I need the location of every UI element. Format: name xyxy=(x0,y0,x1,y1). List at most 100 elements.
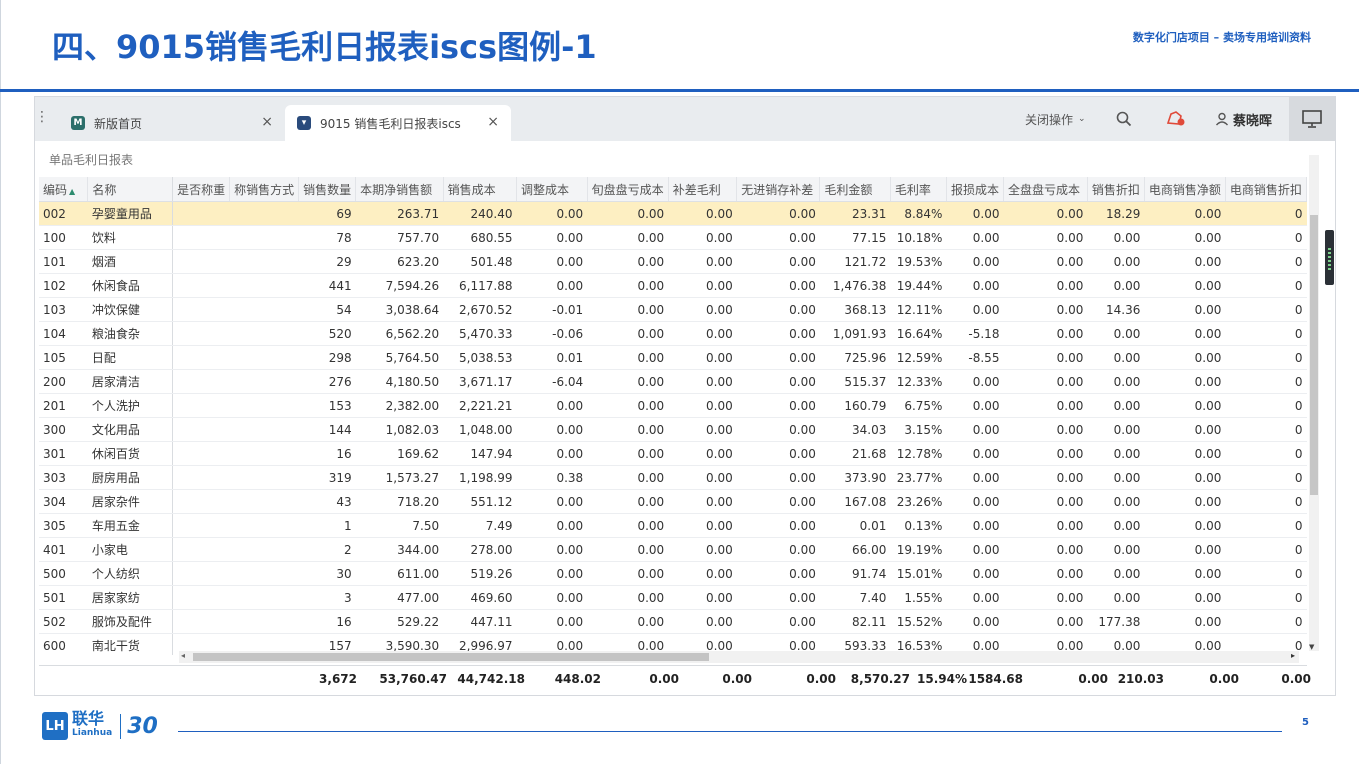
table-cell: 0.00 xyxy=(1003,201,1088,226)
table-cell: 饮料 xyxy=(87,225,174,250)
table-cell: 100 xyxy=(39,225,88,250)
table-row[interactable]: 002 孕婴童用品 69 263.71 240.40 0.00 0.00 0.00 0.00 23… xyxy=(39,201,1307,226)
total-value: 15.94% xyxy=(917,672,967,686)
table-row[interactable]: 502 服饰及配件 16 529.22 447.11 0.00 0.00 0.00 0.00 82… xyxy=(39,609,1307,634)
table-row[interactable]: 304 居家杂件 43 718.20 551.12 0.00 0.00 0.00 0.00 167… xyxy=(39,489,1307,514)
table-cell: 0.00 xyxy=(736,537,820,562)
table-cell: 298 xyxy=(298,345,356,370)
table-row[interactable]: 401 小家电 2 344.00 278.00 0.00 0.00 0.00 0.00 66.00… xyxy=(39,537,1307,562)
table-cell: 680.55 xyxy=(443,225,517,250)
table-cell: 519.26 xyxy=(443,561,517,586)
notification-button[interactable] xyxy=(1165,97,1187,141)
table-cell: 447.11 xyxy=(443,609,517,634)
scroll-down-icon[interactable]: ▼ xyxy=(1309,643,1314,651)
table-row[interactable]: 104 粮油食杂 520 6,562.20 5,470.33 -0.06 0.00 0.00 0… xyxy=(39,321,1307,346)
column-header[interactable]: 补差毛利 xyxy=(668,177,738,202)
table-row[interactable]: 101 烟酒 29 623.20 501.48 0.00 0.00 0.00 0.00 121.7… xyxy=(39,249,1307,274)
table-cell: 0.00 xyxy=(736,585,820,610)
vertical-scrollbar[interactable]: ▼ xyxy=(1309,155,1319,651)
scroll-left-icon[interactable]: ◂ xyxy=(181,651,185,660)
horizontal-scrollbar[interactable]: ◂ ▸ xyxy=(179,651,1299,663)
table-cell: -0.06 xyxy=(516,321,588,346)
column-header[interactable]: 本期净销售额 xyxy=(355,177,444,202)
table-cell: 167.08 xyxy=(819,489,891,514)
table-cell: 0.00 xyxy=(516,561,588,586)
column-header[interactable]: 旬盘盘亏成本 xyxy=(587,177,669,202)
search-button[interactable] xyxy=(1116,97,1132,141)
table-cell: 0.00 xyxy=(1144,585,1226,610)
table-cell: 1,091.93 xyxy=(819,321,891,346)
table-cell: 0.00 xyxy=(516,417,588,442)
totals-row: 3,672 53,760.47 44,742.18 448.02 0.00 0.00 0.0… xyxy=(39,665,1311,692)
table-row[interactable]: 105 日配 298 5,764.50 5,038.53 0.01 0.00 0.00 0.00… xyxy=(39,345,1307,370)
tab-report-close-icon[interactable]: × xyxy=(487,114,499,130)
table-cell: -8.55 xyxy=(946,345,1004,370)
column-header[interactable]: 全盘盘亏成本 xyxy=(1003,177,1088,202)
table-row[interactable]: 103 冲饮保健 54 3,038.64 2,670.52 -0.01 0.00 0.00 0.… xyxy=(39,297,1307,322)
tab-home[interactable]: M 新版首页 × xyxy=(63,105,285,141)
table-cell: 0.00 xyxy=(736,393,820,418)
table-cell xyxy=(172,441,230,466)
table-cell: 0.00 xyxy=(1144,537,1226,562)
table-cell: 0.00 xyxy=(736,273,820,298)
table-cell xyxy=(229,441,299,466)
table-cell: 5,470.33 xyxy=(443,321,517,346)
table-cell: 502 xyxy=(39,609,88,634)
column-header[interactable]: 电商销售净额 xyxy=(1144,177,1226,202)
table-row[interactable]: 200 居家清洁 276 4,180.50 3,671.17 -6.04 0.00 0.00 0… xyxy=(39,369,1307,394)
table-row[interactable]: 100 饮料 78 757.70 680.55 0.00 0.00 0.00 0.00 77.15… xyxy=(39,225,1307,250)
table-row[interactable]: 500 个人纺织 30 611.00 519.26 0.00 0.00 0.00 0.00 91.… xyxy=(39,561,1307,586)
table-cell: 0.00 xyxy=(1087,345,1145,370)
close-ops-label: 关闭操作 xyxy=(1025,112,1074,127)
column-header[interactable]: 销售折扣 xyxy=(1087,177,1145,202)
table-cell: 0.00 xyxy=(668,465,737,490)
column-header[interactable]: 称销售方式 xyxy=(229,177,300,202)
table-row[interactable]: 305 车用五金 1 7.50 7.49 0.00 0.00 0.00 0.00 0.01 0.13… xyxy=(39,513,1307,538)
table-row[interactable]: 102 休闲食品 441 7,594.26 6,117.88 0.00 0.00 0.00 0.… xyxy=(39,273,1307,298)
tab-report[interactable]: ▾ 9015 销售毛利日报表iscs × xyxy=(285,105,511,141)
side-panel-handle[interactable] xyxy=(1325,230,1334,285)
table-cell: 14.36 xyxy=(1087,297,1145,322)
table-cell: 0.00 xyxy=(516,225,588,250)
table-cell: 0.00 xyxy=(1144,369,1226,394)
vertical-scroll-thumb[interactable] xyxy=(1310,215,1318,495)
monitor-button[interactable] xyxy=(1289,97,1335,141)
column-header[interactable]: 毛利金额 xyxy=(819,177,891,202)
scroll-right-icon[interactable]: ▸ xyxy=(1291,651,1295,660)
column-header[interactable]: 毛利率 xyxy=(890,177,947,202)
table-cell: 0.00 xyxy=(516,609,588,634)
table-row[interactable]: 501 居家家纺 3 477.00 469.60 0.00 0.00 0.00 0.00 7.40… xyxy=(39,585,1307,610)
tab-home-close-icon[interactable]: × xyxy=(261,114,273,130)
more-menu-icon[interactable]: ⋮ xyxy=(35,109,49,125)
table-cell: 0.00 xyxy=(736,321,820,346)
table-cell: 个人洗护 xyxy=(87,393,174,418)
table-cell: 0.01 xyxy=(516,345,588,370)
column-header[interactable]: 销售成本 xyxy=(443,177,517,202)
table-cell: 102 xyxy=(39,273,88,298)
table-cell: 0.00 xyxy=(587,465,669,490)
user-menu[interactable]: 蔡晓晖 xyxy=(1215,97,1272,141)
column-header[interactable]: 无进销存补差 xyxy=(736,177,821,202)
table-cell xyxy=(172,537,230,562)
table-cell: 0.00 xyxy=(946,249,1004,274)
column-header[interactable]: 报损成本 xyxy=(946,177,1004,202)
column-header[interactable]: 名称 xyxy=(87,177,174,202)
table-cell: 19.44% xyxy=(890,273,947,298)
column-header[interactable]: 调整成本 xyxy=(516,177,588,202)
table-row[interactable]: 301 休闲百货 16 169.62 147.94 0.00 0.00 0.00 0.00 21.… xyxy=(39,441,1307,466)
table-cell: 0.00 xyxy=(1003,561,1088,586)
table-cell: 303 xyxy=(39,465,88,490)
chevron-down-icon: ⌄ xyxy=(1078,114,1086,124)
column-header[interactable]: 编码 ▲ xyxy=(39,177,89,202)
table-cell: 0.00 xyxy=(1003,249,1088,274)
horizontal-scroll-thumb[interactable] xyxy=(193,653,709,661)
column-header[interactable]: 销售数量 xyxy=(298,177,357,202)
close-operations-menu[interactable]: 关闭操作 ⌄ xyxy=(1025,97,1086,141)
table-cell: 16 xyxy=(298,609,356,634)
table-row[interactable]: 303 厨房用品 319 1,573.27 1,198.99 0.38 0.00 0.00 0.… xyxy=(39,465,1307,490)
column-header[interactable]: 电商销售折扣 xyxy=(1225,177,1307,202)
column-header[interactable]: 是否称重 xyxy=(172,177,231,202)
table-row[interactable]: 201 个人洗护 153 2,382.00 2,221.21 0.00 0.00 0.00 0.… xyxy=(39,393,1307,418)
table-row[interactable]: 300 文化用品 144 1,082.03 1,048.00 0.00 0.00 0.00 0.… xyxy=(39,417,1307,442)
table-cell: 0.00 xyxy=(587,489,669,514)
